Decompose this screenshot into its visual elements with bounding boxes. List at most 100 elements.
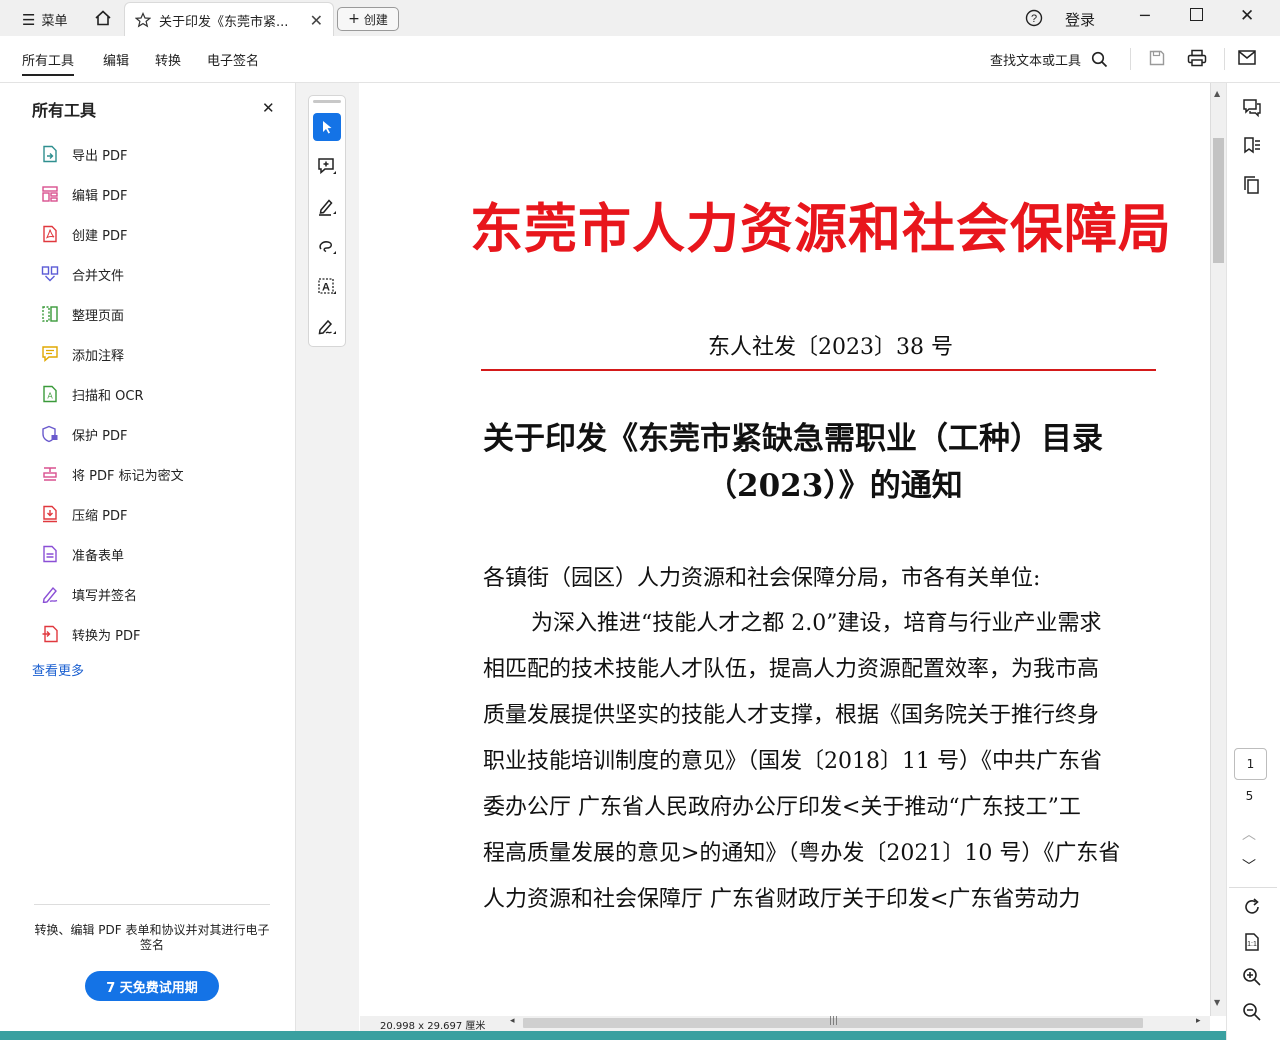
tool-label: 扫描和 OCR bbox=[72, 388, 144, 404]
horizontal-scroll-thumb[interactable]: ||| bbox=[523, 1016, 1143, 1028]
bookmarks-panel-button[interactable] bbox=[1239, 133, 1265, 159]
fill-sign-icon bbox=[40, 584, 60, 604]
organize-pages-icon bbox=[40, 304, 60, 324]
tool-create-pdf[interactable]: 创建 PDF bbox=[40, 222, 127, 246]
tool-compress-pdf[interactable]: 压缩 PDF bbox=[40, 502, 127, 526]
drag-handle[interactable] bbox=[313, 100, 341, 103]
tool-label: 转换为 PDF bbox=[72, 628, 141, 644]
body-line: 相匹配的技术技能人才队伍，提高人力资源配置效率，为我市高 bbox=[483, 657, 1100, 682]
cursor-icon bbox=[323, 121, 332, 134]
zoom-in-button[interactable] bbox=[1239, 964, 1265, 990]
tool-export-pdf[interactable]: 导出 PDF bbox=[40, 142, 127, 166]
status-bar: 20.998 x 29.697 厘米 ◂ ||| ▸ bbox=[360, 1016, 1210, 1032]
combine-files-icon bbox=[40, 264, 60, 284]
close-window-button[interactable]: ✕ bbox=[1240, 6, 1254, 26]
edit-pdf-icon bbox=[40, 184, 60, 204]
maximize-button[interactable] bbox=[1190, 8, 1203, 21]
tab-edit[interactable]: 编辑 bbox=[103, 36, 129, 82]
body-line: 职业技能培训制度的意见》（国发〔2018〕11 号）《中共广东省 bbox=[483, 749, 1102, 774]
mail-icon bbox=[1238, 50, 1256, 65]
quick-tools-strip: A bbox=[296, 83, 359, 1031]
minimize-button[interactable]: ─ bbox=[1140, 6, 1150, 25]
find-label: 查找文本或工具 bbox=[990, 53, 1082, 69]
sign-tool-button[interactable] bbox=[313, 313, 341, 341]
add-comment-tool-button[interactable] bbox=[313, 153, 341, 181]
text-box-tool-button[interactable]: A bbox=[313, 273, 341, 301]
svg-text:A: A bbox=[322, 282, 330, 294]
scroll-thumb[interactable] bbox=[1213, 138, 1224, 263]
body-line: 委办公厅 广东省人民政府办公厅印发<关于推动“广东技工”工 bbox=[483, 795, 1081, 820]
scroll-left-arrow[interactable]: ◂ bbox=[510, 1016, 515, 1026]
body-line: 各镇街（园区）人力资源和社会保障分局，市各有关单位: bbox=[483, 566, 1041, 591]
tab-all-tools[interactable]: 所有工具 bbox=[22, 36, 75, 82]
close-panel-icon[interactable]: ✕ bbox=[262, 99, 275, 117]
main-toolbar: 所有工具 编辑 转换 电子签名 查找文本或工具 bbox=[0, 36, 1280, 83]
tab-convert[interactable]: 转换 bbox=[155, 36, 181, 82]
draw-tool-button[interactable] bbox=[313, 233, 341, 261]
maximize-icon bbox=[1190, 8, 1203, 21]
tool-add-comment[interactable]: 添加注释 bbox=[40, 342, 124, 366]
menu-button[interactable]: ☰ 菜单 bbox=[22, 10, 67, 30]
create-pdf-icon bbox=[40, 224, 60, 244]
scroll-down-arrow[interactable]: ▼ bbox=[1214, 998, 1220, 1007]
highlight-tool-button[interactable] bbox=[313, 193, 341, 221]
copy-pages-icon bbox=[1244, 176, 1259, 194]
tool-combine-files[interactable]: 合并文件 bbox=[40, 262, 124, 286]
tool-label: 添加注释 bbox=[72, 348, 125, 364]
body-line: 质量发展提供坚实的技能人才支撑，根据《国务院关于推行终身 bbox=[483, 703, 1100, 728]
plus-icon: + bbox=[348, 11, 360, 27]
find-text-tools-button[interactable]: 查找文本或工具 bbox=[990, 36, 1108, 82]
pages-panel-button[interactable] bbox=[1239, 172, 1265, 198]
desktop-edge bbox=[0, 1031, 1226, 1040]
svg-text:A: A bbox=[47, 392, 53, 401]
vertical-scrollbar[interactable]: ▲ ▼ bbox=[1210, 83, 1226, 1016]
star-icon[interactable] bbox=[135, 12, 151, 28]
tool-prepare-form[interactable]: 准备表单 bbox=[40, 542, 124, 566]
pen-icon bbox=[319, 199, 336, 216]
comments-panel-button[interactable] bbox=[1239, 95, 1265, 121]
document-tab[interactable]: 关于印发《东莞市紧... ✕ bbox=[124, 2, 334, 37]
share-email-button[interactable] bbox=[1238, 50, 1256, 69]
scan-ocr-icon: A bbox=[40, 384, 60, 404]
prepare-form-icon bbox=[40, 544, 60, 564]
rotate-button[interactable] bbox=[1239, 894, 1265, 920]
zoom-out-icon bbox=[1243, 1003, 1261, 1021]
compress-pdf-icon bbox=[40, 504, 60, 524]
tab-title: 关于印发《东莞市紧... bbox=[159, 14, 289, 30]
home-button[interactable] bbox=[92, 6, 114, 30]
tool-fill-sign[interactable]: 填写并签名 bbox=[40, 582, 137, 606]
all-tools-panel: 所有工具 ✕ 导出 PDF 编辑 PDF 创建 PDF 合并文件 整理页面 添加… bbox=[0, 83, 296, 1031]
save-icon bbox=[1149, 50, 1165, 66]
toolbar-divider-2 bbox=[1224, 48, 1225, 70]
create-button[interactable]: + 创建 bbox=[337, 7, 399, 31]
help-button[interactable]: ? bbox=[1025, 9, 1043, 27]
login-button[interactable]: 登录 bbox=[1065, 9, 1095, 30]
tool-organize-pages[interactable]: 整理页面 bbox=[40, 302, 124, 326]
next-page-button[interactable]: ﹀ bbox=[1242, 856, 1256, 876]
total-pages: 5 bbox=[1245, 789, 1254, 803]
tool-label: 将 PDF 标记为密文 bbox=[72, 468, 184, 484]
zoom-out-button[interactable] bbox=[1239, 999, 1265, 1025]
scroll-up-arrow[interactable]: ▲ bbox=[1214, 89, 1220, 98]
tool-edit-pdf[interactable]: 编辑 PDF bbox=[40, 182, 127, 206]
free-trial-button[interactable]: 7 天免费试用期 bbox=[85, 971, 219, 1001]
print-button[interactable] bbox=[1187, 49, 1207, 71]
comment-plus-icon bbox=[318, 158, 336, 175]
see-more-link[interactable]: 查看更多 bbox=[32, 660, 84, 679]
tool-protect-pdf[interactable]: 保护 PDF bbox=[40, 422, 127, 446]
select-tool-button[interactable] bbox=[313, 113, 341, 141]
tool-convert-to-pdf[interactable]: 转换为 PDF bbox=[40, 622, 140, 646]
tool-scan-ocr[interactable]: A 扫描和 OCR bbox=[40, 382, 143, 406]
save-button[interactable] bbox=[1148, 49, 1166, 71]
svg-text:1:1: 1:1 bbox=[1247, 941, 1257, 948]
tool-redact[interactable]: 将 PDF 标记为密文 bbox=[40, 462, 184, 486]
actual-size-button[interactable]: 1:1 bbox=[1239, 929, 1265, 955]
previous-page-button[interactable]: ︿ bbox=[1242, 824, 1256, 844]
protect-pdf-icon bbox=[40, 424, 60, 444]
tab-e-sign[interactable]: 电子签名 bbox=[207, 36, 259, 82]
close-tab-icon[interactable]: ✕ bbox=[310, 11, 323, 30]
scroll-right-arrow[interactable]: ▸ bbox=[1196, 1016, 1201, 1026]
help-icon: ? bbox=[1025, 9, 1043, 27]
current-page-input[interactable]: 1 bbox=[1234, 748, 1267, 780]
body-line: 人力资源和社会保障厅 广东省财政厅关于印发<广东省劳动力 bbox=[483, 887, 1081, 912]
